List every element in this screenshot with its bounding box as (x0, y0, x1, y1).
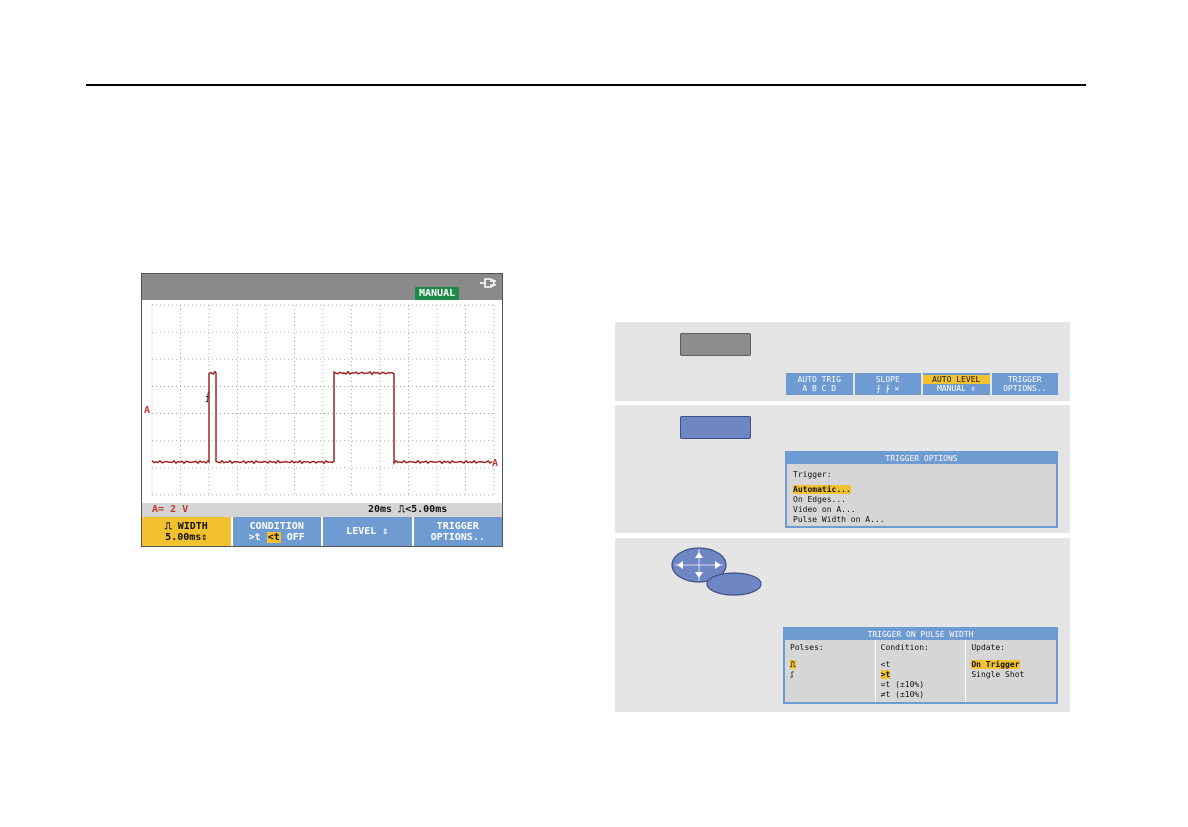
trigger-options-dialog: TRIGGER OPTIONS Trigger: Automatic... On… (785, 451, 1058, 528)
trigger-options-key-button[interactable] (680, 416, 751, 439)
power-plug-icon (480, 278, 496, 288)
dialog-label: Trigger: (793, 470, 832, 479)
softkey-level[interactable]: LEVEL ⇕ (323, 517, 414, 546)
menu-auto-trig[interactable]: AUTO TRIG A B C D (786, 373, 855, 395)
menu-trigger-options[interactable]: TRIGGER OPTIONS.. (991, 373, 1058, 395)
condition-not-equal[interactable]: ≠t (±10%) (881, 690, 961, 700)
arrow-keys-enter-icon[interactable] (669, 545, 765, 597)
scope-readout-bar: A= 2 V 20ms ⎍<5.00ms (142, 503, 502, 517)
update-single-shot[interactable]: Single Shot (971, 670, 1051, 680)
step-1-panel: AUTO TRIG A B C D SLOPE ⨍ ⨑ ✕ AUTO LEVEL… (615, 322, 1070, 401)
header-rule (86, 84, 1086, 86)
menu-slope[interactable]: SLOPE ⨍ ⨑ ✕ (854, 373, 923, 395)
step-2-panel: TRIGGER OPTIONS Trigger: Automatic... On… (615, 405, 1070, 533)
softkey-pulse-width[interactable]: ⎍ WIDTH 5.00ms⇕ (142, 517, 233, 546)
waveform-trace-glow (151, 370, 493, 466)
pulse-negative[interactable]: ⎎ (790, 670, 870, 680)
softkey-bar: ⎍ WIDTH 5.00ms⇕ CONDITION >t <t OFF LEVE… (142, 517, 502, 546)
status-badge: MANUAL (415, 287, 460, 300)
scope-screen: MANUAL A A ⨍ A= 2 V 20ms ⎍<5.00ms ⎍ WIDT… (141, 273, 503, 547)
timebase-readout: 20ms ⎍<5.00ms (368, 504, 448, 515)
channel-a-marker-right: A (492, 458, 498, 469)
condition-less-than[interactable]: <t (881, 660, 961, 670)
option-pulse-width[interactable]: Pulse Width on A... (793, 515, 885, 525)
waveform-plot: A A ⨍ (144, 304, 498, 496)
condition-selected: <t (266, 531, 281, 543)
trigger-point-marker: ⨍ (205, 390, 211, 403)
trigger-key-button[interactable] (680, 333, 751, 356)
softkey-trigger-options[interactable]: TRIGGER OPTIONS.. (413, 517, 502, 546)
update-column: Update: On Trigger Single Shot (966, 640, 1056, 702)
scope-status-bar: MANUAL (142, 274, 502, 300)
condition-greater-than[interactable]: >t (880, 670, 961, 680)
option-video[interactable]: Video on A... (793, 505, 885, 515)
dialog-title: TRIGGER ON PULSE WIDTH (785, 629, 1056, 640)
channel-a-marker-left: A (144, 405, 150, 416)
waveform-trace (151, 370, 493, 465)
channel-scale-readout: A= 2 V (152, 504, 189, 515)
softkey-condition[interactable]: CONDITION >t <t OFF (232, 517, 323, 546)
pulse-positive[interactable]: ⎍ (790, 660, 870, 670)
trigger-options-list: Automatic... On Edges... Video on A... P… (793, 485, 885, 525)
step-3-panel: TRIGGER ON PULSE WIDTH Polses: ⎍ ⎎ Condi… (615, 538, 1070, 712)
polses-column: Polses: ⎍ ⎎ (785, 640, 876, 702)
update-on-trigger[interactable]: On Trigger (971, 660, 1051, 670)
option-on-edges[interactable]: On Edges... (793, 495, 885, 505)
trigger-menu-bar: AUTO TRIG A B C D SLOPE ⨍ ⨑ ✕ AUTO LEVEL… (786, 373, 1058, 395)
menu-auto-level[interactable]: AUTO LEVEL MANUAL ⇕ (923, 373, 992, 395)
option-automatic[interactable]: Automatic... (793, 485, 885, 495)
pulse-width-dialog: TRIGGER ON PULSE WIDTH Polses: ⎍ ⎎ Condi… (783, 627, 1058, 704)
dialog-title: TRIGGER OPTIONS (787, 453, 1056, 464)
condition-column: Condition: <t >t =t (±10%) ≠t (±10%) (876, 640, 967, 702)
condition-equal[interactable]: =t (±10%) (881, 680, 961, 690)
